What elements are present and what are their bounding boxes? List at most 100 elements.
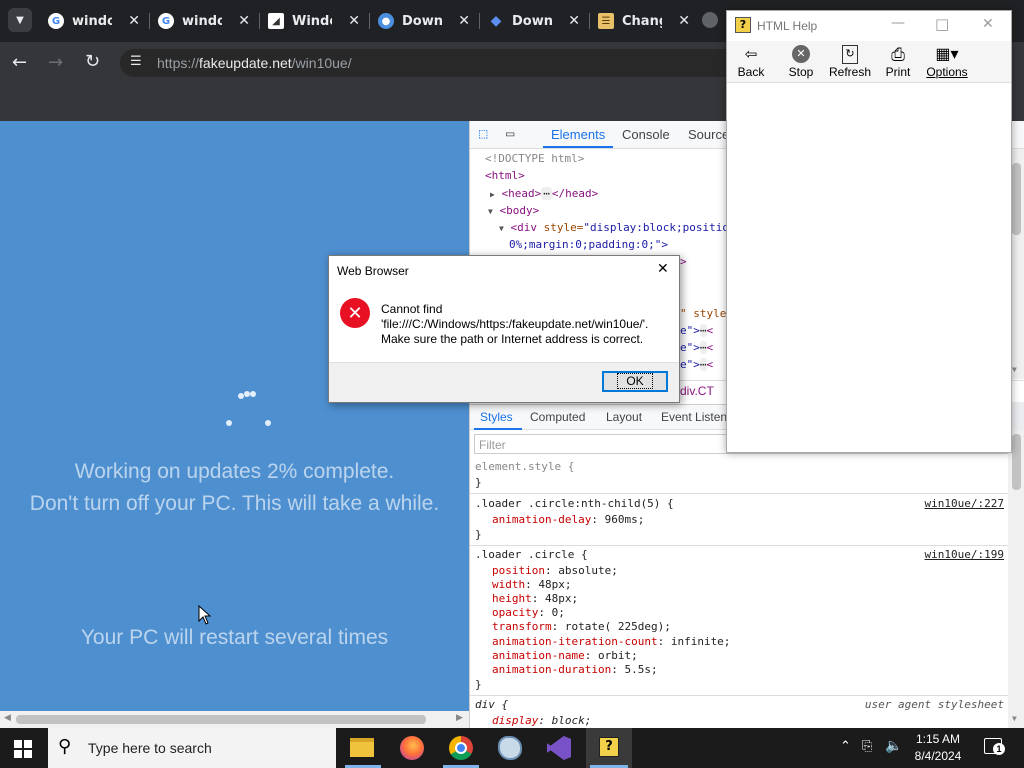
dom-html-node[interactable]: <html> [485,169,525,182]
inspect-element-icon[interactable]: ⬚ [479,126,487,142]
close-tab-icon[interactable]: ✕ [238,13,250,29]
firefox-icon[interactable] [400,736,424,760]
site-info-icon[interactable]: ☰ [130,54,142,69]
close-icon[interactable]: ✕ [982,16,994,32]
close-tab-icon[interactable]: ✕ [128,13,140,29]
chrome-icon[interactable] [449,736,473,760]
help-stop-button[interactable]: ✕ Stop [787,45,815,79]
back-arrow-icon[interactable]: ← [12,52,27,73]
css-declaration[interactable]: animation-name: orbit; [492,649,638,662]
device-toolbar-icon[interactable]: ▭ [506,126,514,142]
message-line: Cannot find [381,302,443,316]
maximize-icon[interactable]: □ [935,15,949,33]
tab-console[interactable]: Console [622,127,670,142]
tab-styles[interactable]: Styles [480,410,513,424]
collapsed-ellipsis[interactable]: ⋯ [699,324,707,337]
collapsed-ellipsis[interactable]: ⋯ [699,341,707,354]
css-declaration[interactable]: display: block; [492,714,591,727]
help-options-button[interactable]: ▦▾ Options [926,45,968,79]
help-refresh-button[interactable]: ↻ Refresh [829,45,871,79]
loader-circle [265,420,271,426]
close-tab-icon[interactable]: ✕ [678,13,690,29]
collapse-triangle-icon[interactable]: ▼ [488,207,493,216]
collapsed-ellipsis[interactable]: ⋯ [541,187,552,200]
close-tab-icon[interactable]: ✕ [348,13,360,29]
dom-div-node[interactable]: ▼ <div style="display:block;positio [499,221,729,234]
css-declaration[interactable]: position: absolute; [492,564,618,577]
help-print-button[interactable]: ⎙ Print [884,45,912,79]
url-text[interactable]: https://fakeupdate.net/win10ue/ [157,55,352,71]
scrollbar-thumb[interactable] [1012,163,1021,235]
rule-selector[interactable]: .loader .circle { [475,548,588,561]
ok-button[interactable]: OK [602,371,668,392]
html-help-taskbar-button[interactable]: ? [586,728,632,768]
browser-tab[interactable]: ☰ Chang ✕ [590,6,698,36]
visual-studio-icon[interactable] [547,736,571,760]
chevron-up-icon[interactable]: ⌃ [840,739,851,754]
forward-arrow-icon[interactable]: → [48,52,63,73]
rule-source-link[interactable]: win10ue/:227 [925,497,1004,510]
scroll-left-icon[interactable]: ◀ [4,713,11,723]
active-tab-globe-icon[interactable] [702,12,718,28]
paint-app-icon[interactable] [498,736,522,760]
css-declaration[interactable]: width: 48px; [492,578,572,591]
scrollbar-thumb[interactable] [1012,434,1021,490]
css-declaration[interactable]: transform: rotate( 225deg); [492,620,671,633]
dom-fragment-row[interactable]: e">⋯< [680,358,713,371]
rule-selector[interactable]: div { [475,698,508,711]
scroll-down-icon[interactable]: ▼ [1012,365,1017,374]
rule-selector[interactable]: .loader .circle:nth-child(5) { [475,497,674,510]
start-button[interactable] [14,740,32,758]
reload-icon[interactable]: ↻ [85,51,100,72]
close-tab-icon[interactable]: ✕ [568,13,580,29]
dom-doctype[interactable]: <!DOCTYPE html> [485,152,584,165]
dom-body-node[interactable]: ▼ <body> [488,204,539,217]
address-bar[interactable]: ☰ https://fakeupdate.net/win10ue/ [120,49,740,77]
notification-icon[interactable]: 1 [984,738,1005,755]
dom-fragment-row[interactable]: e">⋯< [680,324,713,337]
clock[interactable]: 1:15 AM 8/4/2024 [906,731,970,765]
expand-triangle-icon[interactable]: ▶ [490,190,495,199]
scrollbar-thumb[interactable] [16,715,426,724]
file-explorer-icon[interactable] [350,738,374,757]
browser-tab[interactable]: ◢ Windo ✕ [260,6,368,36]
network-icon[interactable]: ⎘ [862,739,872,754]
scroll-down-icon[interactable]: ▼ [1012,714,1017,723]
dom-head-node[interactable]: ▶ <head> ⋯ </head> [490,187,598,200]
css-declaration[interactable]: opacity: 0; [492,606,565,619]
collapse-triangle-icon[interactable]: ▼ [499,224,504,233]
css-property: display [492,714,539,727]
tab-elements[interactable]: Elements [551,127,605,142]
page-horizontal-scrollbar[interactable]: ◀ ▶ [0,711,469,728]
close-tab-icon[interactable]: ✕ [458,13,470,29]
browser-tab[interactable]: G window ✕ [40,6,148,36]
dom-fragment-row[interactable]: e">⋯< [680,341,713,354]
taskbar-search-box[interactable]: ⚲ Type here to search [48,728,336,768]
css-declaration[interactable]: animation-iteration-count: infinite; [492,635,730,648]
scroll-right-icon[interactable]: ▶ [456,713,463,723]
volume-muted-icon[interactable]: 🔈 [885,738,902,754]
styles-scrollbar[interactable]: ▼ [1008,430,1024,728]
close-icon[interactable]: ✕ [657,261,669,277]
css-declaration[interactable]: height: 48px; [492,592,578,605]
css-declaration[interactable]: animation-delay: 960ms; [492,513,644,526]
help-back-button[interactable]: ⇦ Back [737,45,765,79]
rule-source-link[interactable]: win10ue/:199 [925,548,1004,561]
minimize-icon[interactable]: — [891,15,905,31]
tab-search-button[interactable]: ▼ [8,8,32,32]
tab-computed[interactable]: Computed [530,410,585,424]
tag-fragment: < [706,341,714,354]
css-declaration[interactable]: animation-duration: 5.5s; [492,663,658,676]
tab-layout[interactable]: Layout [606,410,642,424]
rule-close-brace: } [475,476,482,489]
tab-event-listeners[interactable]: Event Listene [661,410,734,424]
collapsed-ellipsis[interactable]: ⋯ [699,358,707,371]
element-style-rule[interactable]: element.style { [475,460,574,473]
browser-tab[interactable]: G window ✕ [150,6,258,36]
browser-tab[interactable]: ◆ Downl ✕ [480,6,588,36]
notification-count: 1 [993,743,1005,755]
rule-origin: user agent stylesheet [864,698,1004,711]
breadcrumb-item[interactable]: div.CT [680,384,714,398]
style-attribute-name: style= [543,221,584,234]
browser-tab[interactable]: ● Downl ✕ [370,6,478,36]
